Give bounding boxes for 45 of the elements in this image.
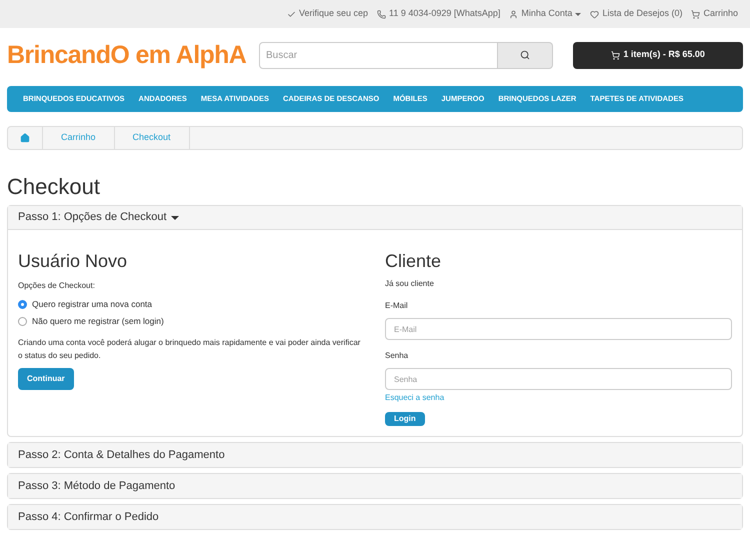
- breadcrumb-link[interactable]: Checkout: [114, 127, 190, 149]
- check-icon: [286, 10, 296, 18]
- top-link[interactable]: Carrinho: [691, 7, 738, 21]
- radio-option[interactable]: Quero registrar uma nova conta: [18, 298, 365, 311]
- step-heading[interactable]: Passo 4: Confirmar o Pedido: [8, 505, 742, 529]
- client-subtitle: Já sou cliente: [385, 278, 435, 290]
- user-icon: [509, 10, 518, 18]
- step-heading[interactable]: Passo 2: Conta & Detalhes do Pagamento: [8, 443, 742, 467]
- top-link[interactable]: 11 9 4034-0929 [WhatsApp]: [376, 7, 500, 21]
- phone-icon: [376, 10, 386, 18]
- radio-option[interactable]: Não quero me registrar (sem login): [18, 314, 365, 328]
- page-title: Checkout: [7, 173, 101, 201]
- text-field[interactable]: Senha: [385, 368, 732, 390]
- radio-button[interactable]: [18, 316, 27, 326]
- section-heading: Cliente: [385, 250, 442, 272]
- step-title: Passo 1: Opções de Checkout: [18, 210, 167, 226]
- step-heading[interactable]: Passo 3: Método de Pagamento: [8, 474, 742, 498]
- account-description: Criando uma conta você poderá alugar o brinquedo mais rapidamente e vai poder ainda verificar o status do seu pedido.: [18, 336, 362, 362]
- cart-icon: [611, 50, 620, 60]
- field-label: E-Mail: [385, 300, 409, 312]
- step-heading[interactable]: Passo 1: Opções de Checkout: [8, 206, 742, 230]
- caret-icon: [170, 216, 179, 220]
- search-field[interactable]: Buscar: [259, 42, 498, 68]
- step-title: Passo 4: Confirmar o Pedido: [18, 510, 159, 525]
- top-link[interactable]: Lista de Desejos (0): [590, 7, 682, 21]
- top-link[interactable]: Verifique seu cep: [286, 7, 368, 21]
- heart-icon: [590, 10, 600, 18]
- home-icon: [20, 133, 30, 143]
- radio-button[interactable]: [18, 300, 27, 309]
- search-icon: [520, 50, 530, 60]
- field-label: Senha: [385, 350, 410, 362]
- section-heading: Usuário Novo: [18, 250, 128, 272]
- top-link[interactable]: Minha Conta: [509, 7, 582, 21]
- forgot-password-link[interactable]: Esqueci a senha: [385, 392, 444, 404]
- text-field[interactable]: E-Mail: [385, 318, 732, 340]
- step-title: Passo 3: Método de Pagamento: [18, 478, 176, 494]
- continue-button[interactable]: Continuar: [18, 368, 74, 390]
- options-label: Opções de Checkout:: [18, 280, 96, 292]
- search-button[interactable]: [498, 42, 554, 68]
- cart-icon: [691, 10, 700, 18]
- login-button[interactable]: Login: [385, 412, 425, 426]
- breadcrumb-link[interactable]: Carrinho: [43, 127, 115, 149]
- cart-button[interactable]: 1 item(s) - R$ 65.00: [573, 42, 743, 68]
- step-title: Passo 2: Conta & Detalhes do Pagamento: [18, 448, 225, 463]
- site-logo[interactable]: BrincandO em AlphA: [7, 40, 246, 70]
